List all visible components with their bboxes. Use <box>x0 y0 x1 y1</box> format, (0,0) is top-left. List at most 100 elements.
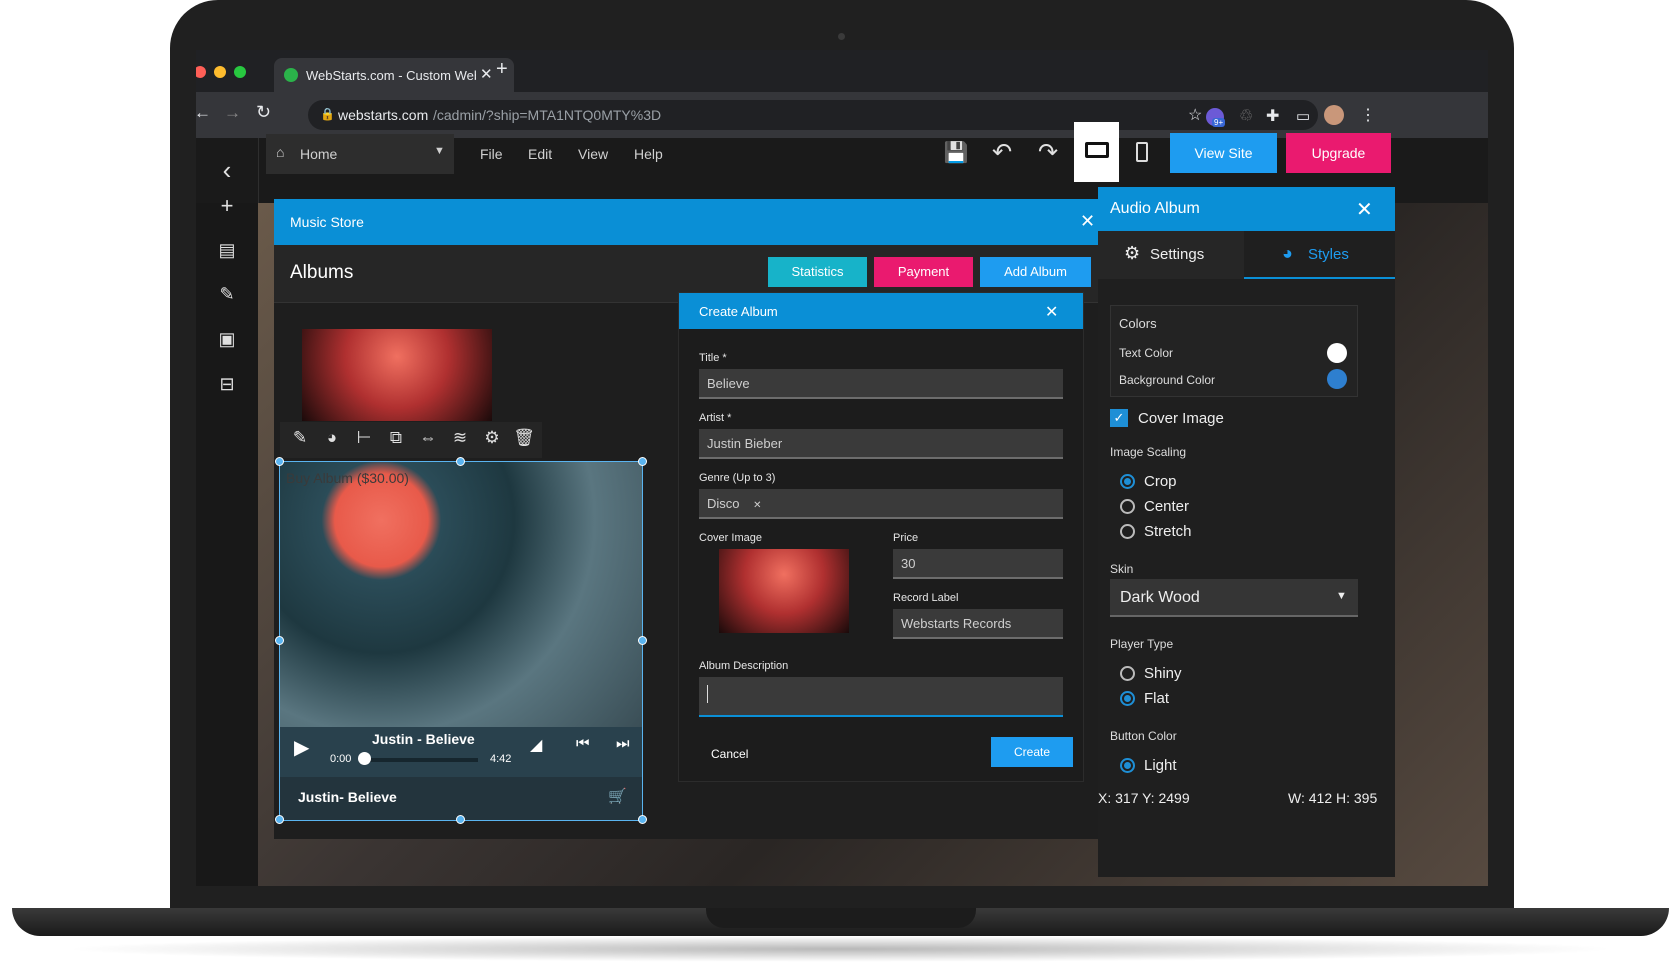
radio-light[interactable] <box>1120 758 1135 773</box>
resize-handle[interactable] <box>275 815 284 824</box>
resize-handle[interactable] <box>275 457 284 466</box>
screen: WebStarts.com - Custom Web ✕ + ← → ↻ 🔒 w… <box>196 50 1488 886</box>
artist-label: Artist * <box>699 412 732 424</box>
menu-view[interactable]: View <box>578 146 608 162</box>
align-icon[interactable]: ⊢ <box>352 428 376 448</box>
resize-handle[interactable] <box>638 457 647 466</box>
add-icon[interactable]: + <box>196 193 258 219</box>
create-button[interactable]: Create <box>991 737 1073 767</box>
bookmark-star-icon[interactable]: ☆ <box>1188 105 1202 125</box>
close-window-dot[interactable] <box>196 66 206 78</box>
scaling-center-label: Center <box>1144 498 1190 515</box>
radio-center[interactable] <box>1120 499 1135 514</box>
upgrade-button[interactable]: Upgrade <box>1286 133 1391 173</box>
edit-pencil-icon[interactable]: ✎ <box>288 428 312 448</box>
progress-knob[interactable] <box>358 752 371 765</box>
resize-handle[interactable] <box>456 457 465 466</box>
desktop-view-button[interactable] <box>1074 122 1119 182</box>
artist-input[interactable]: Justin Bieber <box>699 429 1063 459</box>
next-icon[interactable]: ⏭ <box>616 735 630 752</box>
layers-icon[interactable]: ≋ <box>448 428 472 448</box>
menu-edit[interactable]: Edit <box>528 146 552 162</box>
new-tab-icon[interactable]: + <box>496 58 508 81</box>
chevron-down-icon: ▼ <box>434 145 445 157</box>
store-icon[interactable]: ⊟ <box>196 374 258 395</box>
resize-handle[interactable] <box>456 815 465 824</box>
genre-input[interactable]: Disco ✕ <box>699 489 1063 519</box>
resize-handle[interactable] <box>638 636 647 645</box>
minimize-window-dot[interactable] <box>214 66 226 78</box>
cast-icon[interactable]: ▭ <box>1296 107 1310 125</box>
album-cover-thumbnail[interactable] <box>302 329 492 421</box>
resize-handle[interactable] <box>638 815 647 824</box>
duplicate-icon[interactable]: ⧉ <box>384 428 408 448</box>
palette-icon[interactable]: ◕ <box>320 428 344 448</box>
buy-album-label[interactable]: Buy Album ($30.00) <box>286 470 409 486</box>
undo-icon[interactable]: ↶ <box>988 138 1016 167</box>
redo-icon[interactable]: ↷ <box>1034 138 1062 167</box>
progress-track[interactable] <box>360 758 478 762</box>
save-icon[interactable]: 💾 <box>942 140 970 165</box>
price-input[interactable]: 30 <box>893 549 1063 579</box>
browser-tab[interactable]: WebStarts.com - Custom Web ✕ <box>274 58 514 92</box>
statistics-button[interactable]: Statistics <box>768 257 867 287</box>
cover-image-checkbox[interactable]: ✓ <box>1110 409 1128 427</box>
page-icon[interactable]: ▤ <box>196 240 258 261</box>
remove-tag-icon[interactable]: ✕ <box>753 500 761 511</box>
payment-button[interactable]: Payment <box>874 257 973 287</box>
brush-icon[interactable]: ✎ <box>196 284 258 305</box>
kebab-menu-icon[interactable]: ⋮ <box>1360 105 1376 125</box>
cover-image-label: Cover Image <box>1138 410 1224 427</box>
back-icon[interactable]: ← <box>196 103 211 123</box>
bg-color-swatch[interactable] <box>1327 369 1347 389</box>
avatar[interactable] <box>1324 105 1344 125</box>
url-bar[interactable]: 🔒 webstarts.com /cadmin/?ship=MTA1NTQ0MT… <box>308 100 1318 130</box>
radio-flat[interactable] <box>1120 691 1135 706</box>
maximize-window-dot[interactable] <box>234 66 246 78</box>
close-icon[interactable]: ✕ <box>1045 302 1058 322</box>
tab-settings[interactable]: ⚙ Settings <box>1098 231 1244 279</box>
page-select[interactable]: ⌂ Home ▼ <box>266 134 454 174</box>
menu-file[interactable]: File <box>480 146 503 162</box>
record-label-input[interactable]: Webstarts Records <box>893 609 1063 639</box>
cancel-button[interactable]: Cancel <box>711 747 748 761</box>
text-color-swatch[interactable] <box>1327 343 1347 363</box>
mobile-icon[interactable] <box>1136 142 1148 162</box>
menu-help[interactable]: Help <box>634 146 663 162</box>
radio-crop[interactable] <box>1120 474 1135 489</box>
radio-stretch[interactable] <box>1120 524 1135 539</box>
radio-shiny[interactable] <box>1120 666 1135 681</box>
comment-icon[interactable]: ▣ <box>196 329 258 350</box>
close-icon[interactable]: ✕ <box>1080 211 1095 232</box>
toolbar-divider <box>258 138 259 203</box>
trash-icon[interactable]: 🗑 <box>512 428 536 448</box>
favicon-icon <box>284 68 298 82</box>
audio-album-widget[interactable]: Buy Album ($30.00) ▶ Justin - Believe 0:… <box>280 462 642 820</box>
close-icon[interactable]: ✕ <box>1356 197 1373 222</box>
play-icon[interactable]: ▶ <box>294 735 309 760</box>
gear-icon[interactable]: ⚙ <box>480 428 504 448</box>
text-cursor <box>707 685 708 703</box>
close-tab-icon[interactable]: ✕ <box>480 65 493 83</box>
cart-icon[interactable]: 🛒 <box>608 787 627 805</box>
resize-icon[interactable]: ⇔ <box>416 428 440 448</box>
vinyl-record-image <box>280 462 642 727</box>
genre-label: Genre (Up to 3) <box>699 472 776 484</box>
puzzle-icon[interactable]: ✚ <box>1266 106 1279 126</box>
back-chevron-icon[interactable]: ‹ <box>196 142 258 198</box>
previous-icon[interactable]: ⏮ <box>576 735 590 752</box>
reload-icon[interactable]: ↻ <box>256 102 271 123</box>
view-site-button[interactable]: View Site <box>1170 133 1277 173</box>
forward-icon[interactable]: → <box>224 103 241 123</box>
cover-image-preview[interactable] <box>719 549 849 633</box>
sync-icon[interactable]: ♲ <box>1239 106 1253 126</box>
title-input[interactable]: Believe <box>699 369 1063 399</box>
skin-select[interactable]: Dark Wood ▼ <box>1110 579 1358 617</box>
resize-handle[interactable] <box>275 636 284 645</box>
record-label-label: Record Label <box>893 592 959 604</box>
add-album-button[interactable]: Add Album <box>980 257 1091 287</box>
player-controls: ▶ Justin - Believe 0:00 4:42 ◢ ⏮ ⏭ <box>280 727 642 777</box>
volume-icon[interactable]: ◢ <box>530 735 542 755</box>
tab-styles[interactable]: ◕ Styles <box>1244 231 1395 279</box>
description-textarea[interactable] <box>699 677 1063 717</box>
